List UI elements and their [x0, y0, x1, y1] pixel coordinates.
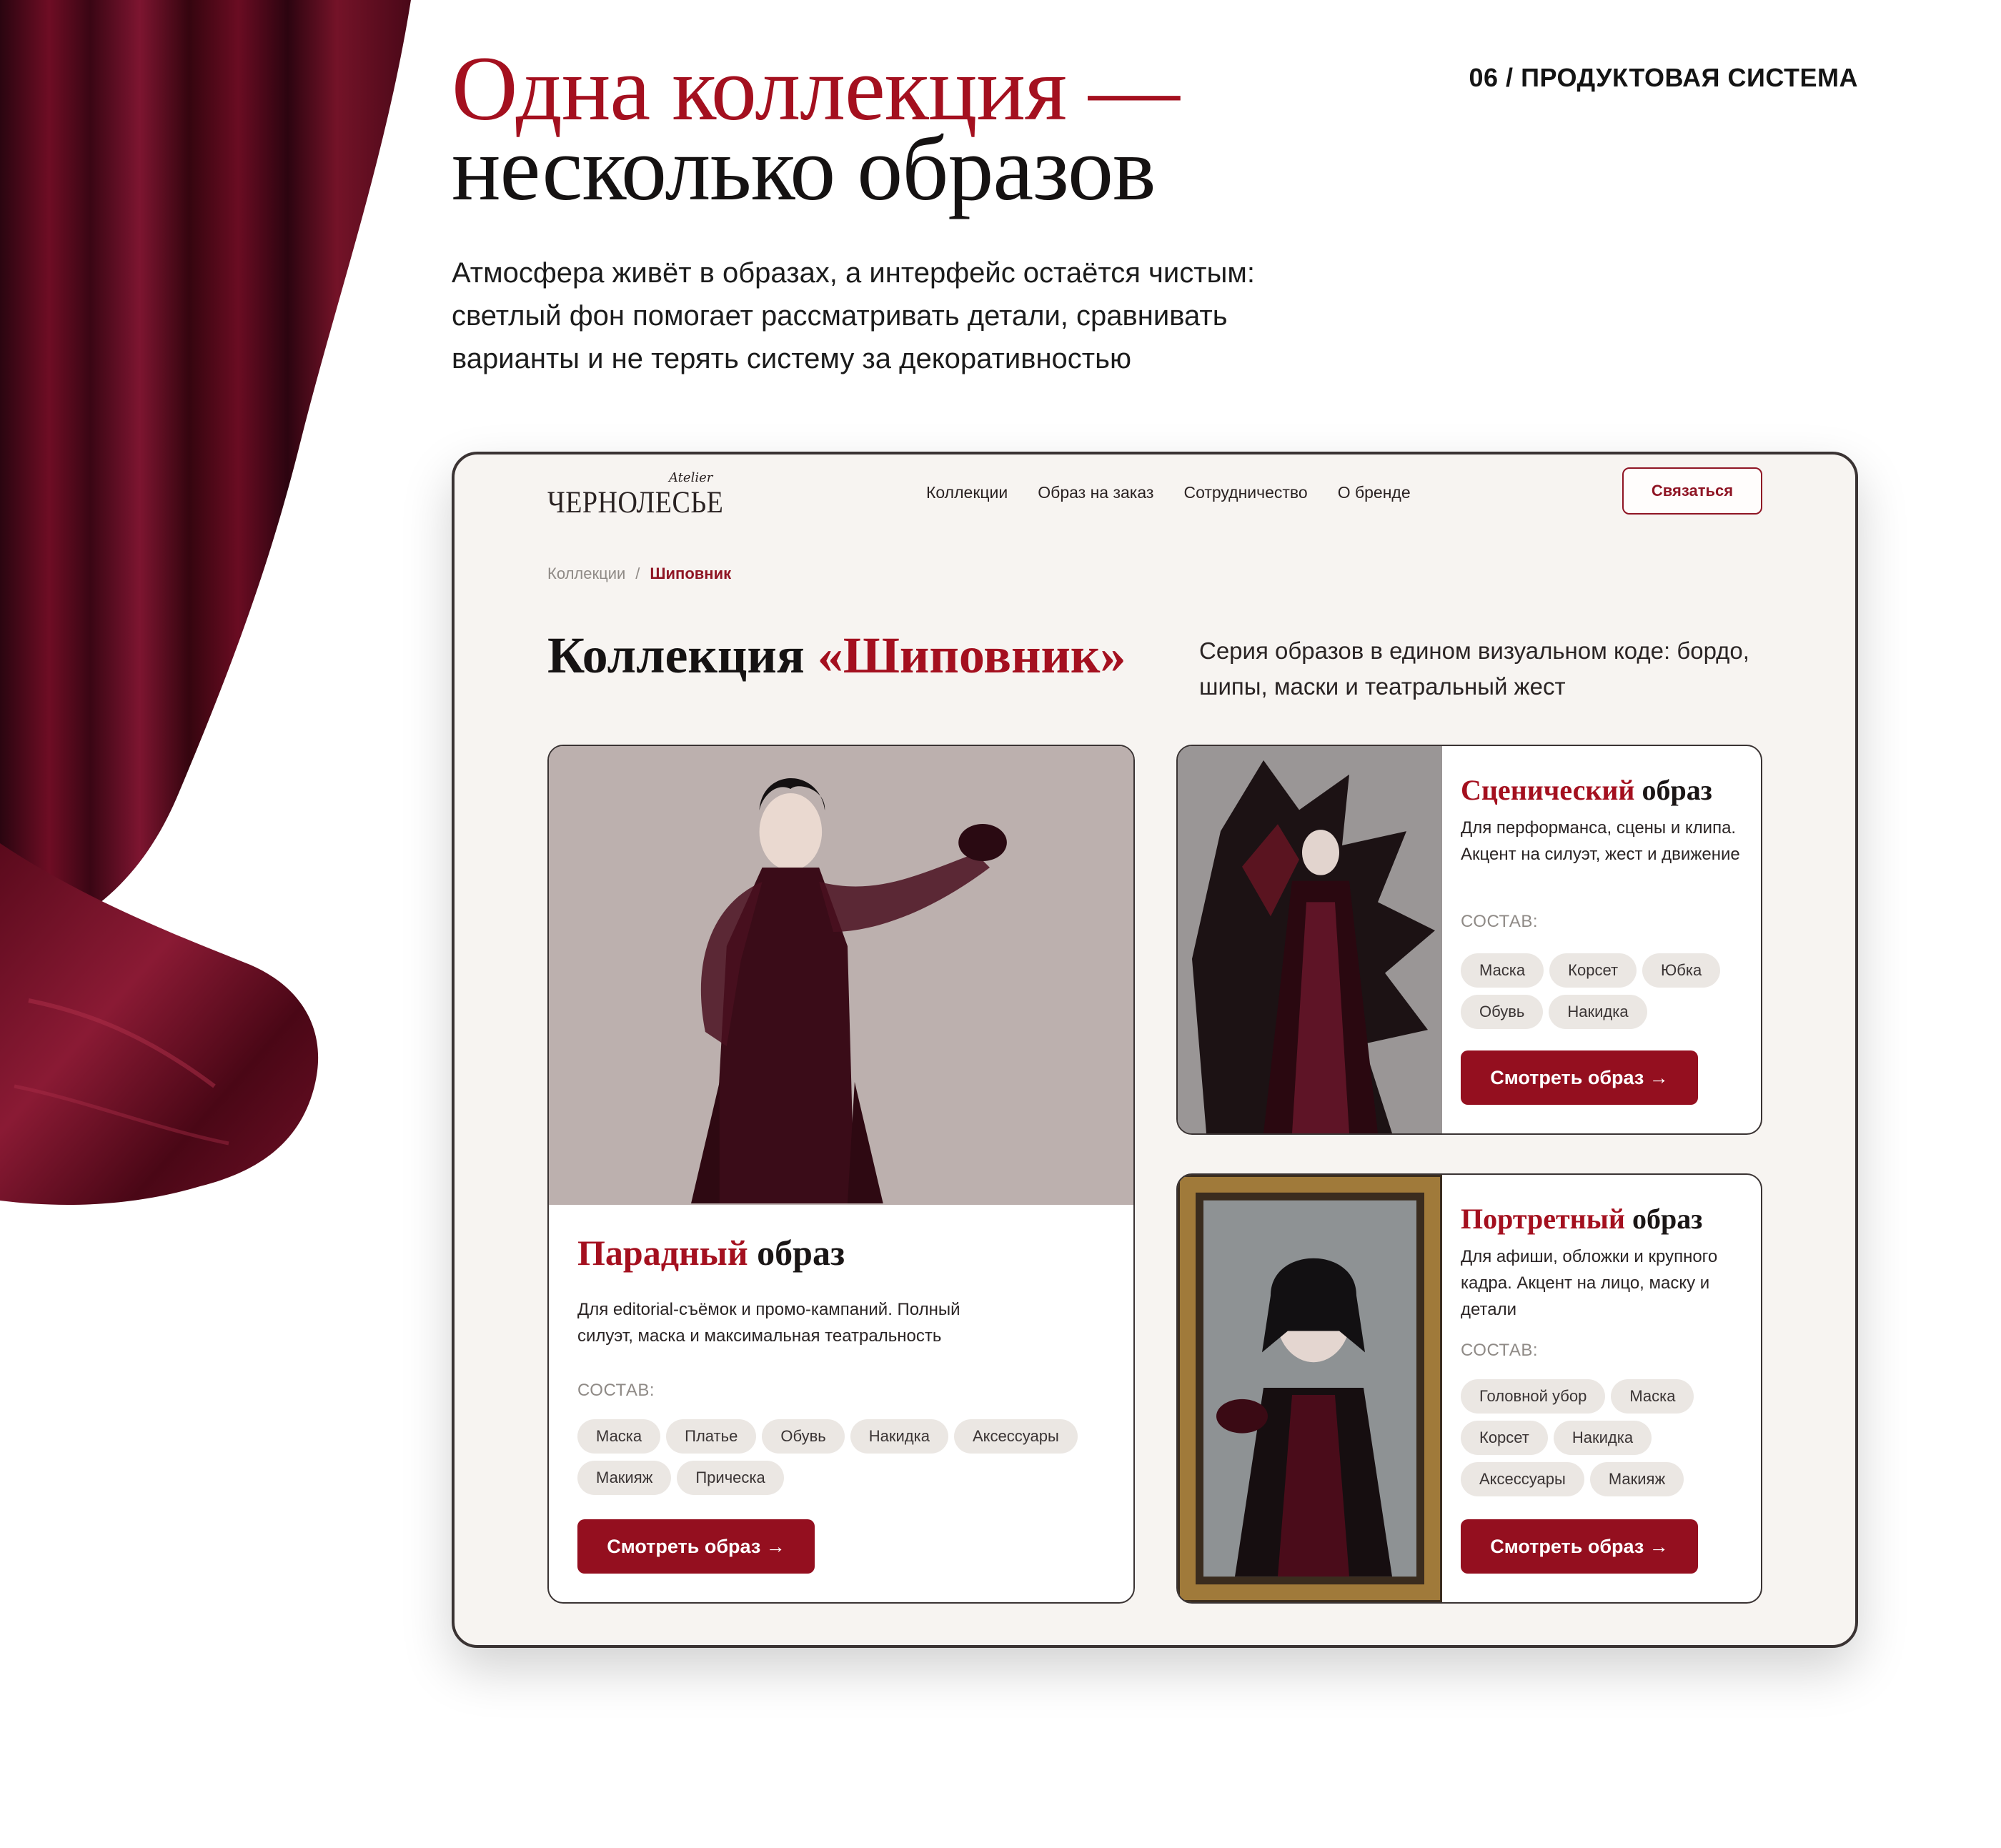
chip-shoes[interactable]: Обувь	[1461, 995, 1544, 1029]
chip-corset[interactable]: Корсет	[1549, 953, 1637, 988]
view-look-button-stage[interactable]: Смотреть образ →	[1461, 1050, 1698, 1105]
chip-accessories[interactable]: Аксессуары	[953, 1419, 1078, 1454]
look-description-ceremonial: Для editorial-съёмок и промо-кампаний. П…	[577, 1300, 960, 1346]
nav-item-collections[interactable]: Коллекции	[926, 483, 1008, 502]
headline-line-2: несколько образов	[452, 118, 1156, 219]
look-title-stage: Сценический образ	[1461, 773, 1712, 807]
contact-button[interactable]: Связаться	[1622, 467, 1762, 515]
composition-label: СОСТАВ:	[1461, 912, 1539, 931]
slide-section-label: 06 / ПРОДУКТОВАЯ СИСТЕМА	[1469, 63, 1858, 92]
look-description-stage: Для перформанса, сцены и клипа. Акцент н…	[1461, 818, 1740, 864]
headline-line-1: Одна коллекция —	[452, 38, 1180, 139]
logo-script: Atelier	[669, 470, 713, 485]
chip-mask[interactable]: Маска	[577, 1419, 661, 1454]
chip-headpiece[interactable]: Головной убор	[1461, 1379, 1606, 1414]
look-photo-stage[interactable]	[1178, 746, 1442, 1133]
look-title-accent: Портретный	[1461, 1203, 1625, 1235]
chip-cape[interactable]: Накидка	[850, 1419, 948, 1454]
look-photo-ceremonial[interactable]	[549, 746, 1133, 1205]
look-card-ceremonial: Парадный образ Для editorial-съёмок и пр…	[547, 745, 1135, 1604]
look-title-rest: образ	[1634, 774, 1712, 806]
breadcrumb-current: Шиповник	[650, 565, 732, 582]
look-title-ceremonial: Парадный образ	[577, 1232, 845, 1273]
nav-item-custom-look[interactable]: Образ на заказ	[1038, 483, 1153, 502]
composition-chips: Головной убор Маска Корсет Накидка Аксес…	[1461, 1379, 1747, 1496]
collection-description: Серия образов в едином визуальном коде: …	[1199, 637, 1749, 700]
slide-headline: Одна коллекция — несколько образов	[452, 38, 1180, 219]
slide-lead-text: Атмосфера живёт в образах, а интерфейс о…	[452, 257, 1255, 374]
main-nav: Коллекции Образ на заказ Сотрудничество …	[926, 483, 1411, 502]
composition-chips: Маска Корсет Юбка Обувь Накидка	[1461, 953, 1747, 1029]
composition-label: СОСТАВ:	[577, 1381, 655, 1400]
look-description-portrait: Для афиши, обложки и крупного кадра. Акц…	[1461, 1247, 1718, 1319]
breadcrumb-separator: /	[635, 565, 640, 582]
chip-makeup[interactable]: Макияж	[577, 1461, 672, 1495]
site-header: Atelier ЧЕРНОЛЕСЬЕ Коллекции Образ на за…	[455, 454, 1855, 533]
collection-title-accent: «Шиповник»	[817, 627, 1126, 684]
look-photo-portrait[interactable]	[1178, 1175, 1442, 1602]
collection-title-prefix: Коллекция	[547, 627, 818, 684]
view-look-button-ceremonial[interactable]: Смотреть образ →	[577, 1519, 815, 1574]
chip-accessories[interactable]: Аксессуары	[1461, 1462, 1584, 1496]
chip-dress[interactable]: Платье	[666, 1419, 757, 1454]
chip-makeup[interactable]: Макияж	[1589, 1462, 1684, 1496]
chip-shoes[interactable]: Обувь	[762, 1419, 845, 1454]
site-logo[interactable]: Atelier ЧЕРНОЛЕСЬЕ	[547, 470, 723, 527]
breadcrumb: Коллекции / Шиповник	[547, 565, 731, 583]
chip-mask[interactable]: Маска	[1611, 1379, 1694, 1414]
chip-corset[interactable]: Корсет	[1461, 1421, 1548, 1455]
breadcrumb-root[interactable]: Коллекции	[547, 565, 625, 583]
nav-item-about[interactable]: О бренде	[1338, 483, 1411, 502]
chip-skirt[interactable]: Юбка	[1642, 953, 1721, 988]
chip-cape[interactable]: Накидка	[1549, 995, 1647, 1029]
logo-brand: ЧЕРНОЛЕСЬЕ	[547, 485, 724, 520]
look-card-stage: Сценический образ Для перформанса, сцены…	[1176, 745, 1762, 1135]
collection-title: Коллекция «Шиповник»	[547, 626, 1126, 685]
composition-label: СОСТАВ:	[1461, 1341, 1539, 1360]
view-look-button-portrait[interactable]: Смотреть образ →	[1461, 1519, 1698, 1574]
look-title-rest: образ	[748, 1233, 845, 1273]
look-card-portrait: Портретный образ Для афиши, обложки и кр…	[1176, 1173, 1762, 1604]
look-title-rest: образ	[1624, 1203, 1703, 1235]
look-title-accent: Парадный	[577, 1233, 748, 1273]
look-title-portrait: Портретный образ	[1461, 1202, 1702, 1236]
chip-mask[interactable]: Маска	[1461, 953, 1544, 988]
nav-item-cooperation[interactable]: Сотрудничество	[1183, 483, 1307, 502]
chip-hairstyle[interactable]: Прическа	[677, 1461, 784, 1495]
chip-cape[interactable]: Накидка	[1553, 1421, 1652, 1455]
website-mockup: Atelier ЧЕРНОЛЕСЬЕ Коллекции Образ на за…	[452, 452, 1858, 1648]
velvet-curtain-image	[0, 0, 500, 1272]
composition-chips: Маска Платье Обувь Накидка Аксессуары Ма…	[577, 1419, 1121, 1495]
look-title-accent: Сценический	[1461, 774, 1635, 806]
